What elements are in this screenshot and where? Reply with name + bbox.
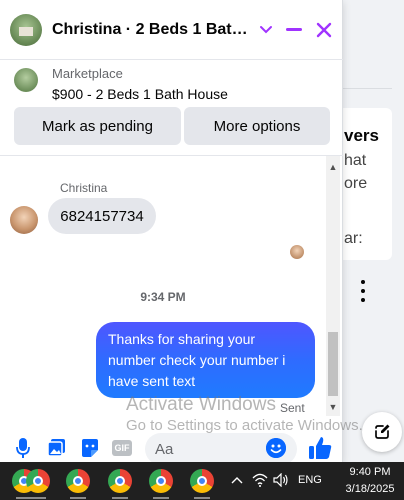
clock-time[interactable]: 9:40 PM [340,466,400,478]
listing-source: Marketplace [52,66,123,81]
listing-thumbnail [14,68,38,92]
more-options-button[interactable]: More options [184,107,330,145]
chevron-down-icon[interactable] [254,18,278,42]
incoming-message[interactable]: 6824157734 [48,198,156,234]
background-text: hat [344,152,367,169]
chat-title[interactable]: Christina · 2 Beds 1 Bath H... [52,21,252,39]
show-hidden-icons-icon[interactable] [228,470,246,490]
like-icon[interactable] [306,434,334,462]
background-divider [340,88,392,89]
more-options-icon[interactable] [356,280,370,308]
sticker-icon[interactable] [79,437,101,459]
chrome-taskbar-icon[interactable] [149,469,173,499]
gif-icon[interactable]: GIF [111,437,133,459]
chrome-taskbar-icon[interactable] [26,469,50,499]
volume-icon[interactable] [272,470,290,490]
language-indicator[interactable]: ENG [298,474,322,486]
outgoing-message[interactable]: Thanks for sharing your number check you… [96,322,315,398]
minimize-icon[interactable] [282,18,306,42]
activation-watermark: Activate Windows [126,394,276,415]
wifi-icon[interactable] [251,470,269,490]
mark-as-pending-button[interactable]: Mark as pending [14,107,181,145]
emoji-icon[interactable] [266,438,286,458]
new-message-icon[interactable] [362,412,402,452]
sender-avatar[interactable] [10,206,38,234]
scrollbar-thumb[interactable] [328,332,338,396]
microphone-icon[interactable] [12,437,34,459]
scroll-down-icon[interactable]: ▼ [326,400,340,414]
background-heading: vers [344,126,379,145]
background-text: ore [344,175,368,192]
listing-avatar[interactable] [10,14,42,46]
close-icon[interactable] [312,18,336,42]
listing-title[interactable]: $900 - 2 Beds 1 Bath House [52,86,228,102]
chrome-taskbar-icon[interactable] [66,469,90,499]
image-icon[interactable] [46,437,68,459]
sender-name: Christina [60,181,108,195]
message-status: Sent [280,401,305,415]
chrome-taskbar-icon[interactable] [190,469,214,499]
message-timestamp: 9:34 PM [140,290,186,304]
background-text: ar: [344,230,363,247]
read-receipt-avatar [290,245,304,259]
scroll-up-icon[interactable]: ▲ [326,160,340,174]
chrome-taskbar-icon[interactable] [108,469,132,499]
gif-label: GIF [112,440,132,456]
clock-date[interactable]: 3/18/2025 [340,483,400,495]
